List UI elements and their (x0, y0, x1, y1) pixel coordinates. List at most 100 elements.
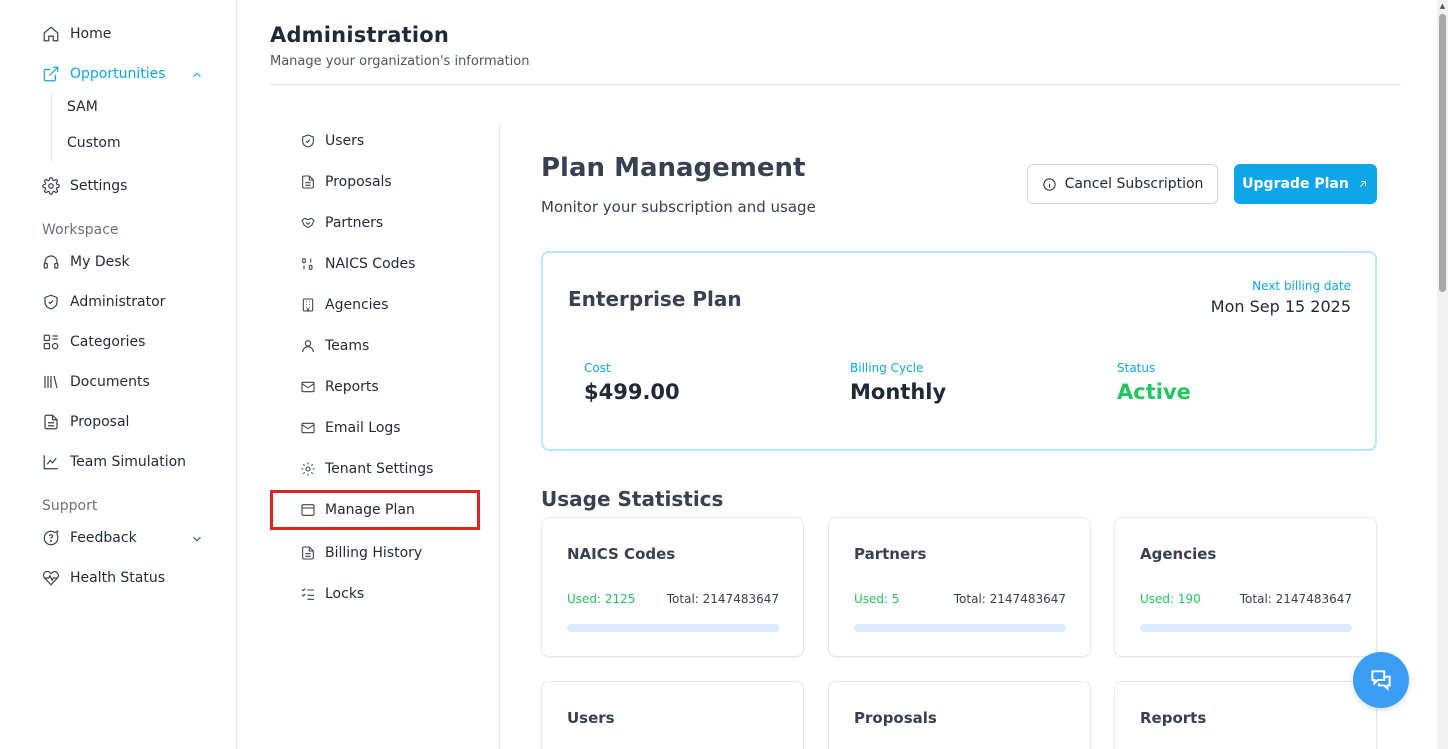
file-text-icon (302, 546, 314, 560)
sidebar-item-documents[interactable]: Documents (42, 373, 150, 391)
sidebar-item-my-desk[interactable]: My Desk (42, 253, 130, 271)
sidebar-subitem-custom[interactable]: Custom (67, 135, 121, 151)
subnav-line (51, 92, 52, 162)
page-title: Administration (270, 23, 449, 47)
usage-card-title: NAICS Codes (567, 545, 676, 563)
headset-icon (43, 255, 59, 269)
admin-item-billing-history[interactable]: Billing History (300, 545, 422, 561)
sidebar-item-label: Administrator (70, 294, 166, 310)
usage-card-title: Partners (854, 545, 927, 563)
usage-card-naics-codes: NAICS Codes Used: 2125 Total: 2147483647 (541, 517, 804, 657)
page-subtitle: Manage your organization's information (270, 54, 530, 69)
sidebar-item-health-status[interactable]: Health Status (42, 569, 165, 587)
library-icon (44, 375, 58, 389)
inbox-icon (301, 504, 315, 516)
line-chart-icon (43, 455, 58, 470)
info-icon (1042, 177, 1056, 191)
mail-icon (301, 422, 315, 434)
usage-card-users: Users (541, 681, 804, 749)
sidebar-item-label: Documents (70, 374, 150, 390)
admin-item-label: Manage Plan (325, 502, 415, 518)
sidebar-item-proposal[interactable]: Proposal (42, 413, 129, 431)
admin-item-label: Tenant Settings (325, 461, 434, 477)
user-icon (302, 340, 314, 353)
sidebar-item-label: Settings (70, 178, 128, 194)
admin-item-naics-codes[interactable]: NAICS Codes (300, 256, 415, 272)
binary-icon (302, 258, 313, 270)
scroll-up-arrow-icon[interactable]: ▲ (1437, 0, 1448, 12)
sidebar-subitem-sam[interactable]: SAM (67, 99, 98, 115)
sidebar: Home Opportunities SAM Custom Settings W… (0, 0, 237, 749)
admin-item-teams[interactable]: Teams (300, 338, 369, 354)
sidebar-item-label: Categories (70, 334, 146, 350)
message-question-icon (43, 530, 59, 546)
admin-item-agencies[interactable]: Agencies (300, 297, 388, 313)
next-billing-date: Mon Sep 15 2025 (1210, 297, 1351, 316)
sidebar-item-settings[interactable]: Settings (42, 177, 127, 195)
button-label: Cancel Subscription (1064, 176, 1204, 192)
admin-item-proposals[interactable]: Proposals (300, 174, 392, 190)
upgrade-plan-button[interactable]: Upgrade Plan (1234, 164, 1377, 204)
sidebar-item-categories[interactable]: Categories (42, 333, 145, 351)
admin-item-label: Reports (325, 379, 379, 395)
usage-total: Total: 2147483647 (1239, 592, 1352, 606)
cost-label: Cost (584, 361, 611, 375)
chevron-up-icon[interactable] (190, 67, 204, 81)
gear-icon (42, 177, 60, 195)
building-icon (302, 298, 314, 312)
plan-card: Enterprise Plan Next billing date Mon Se… (541, 251, 1377, 451)
page-header: Administration Manage your organization'… (270, 20, 1401, 85)
gear-icon (301, 462, 315, 476)
chat-button[interactable] (1353, 652, 1409, 708)
home-icon (43, 26, 59, 42)
admin-item-label: Partners (325, 215, 384, 231)
admin-item-email-logs[interactable]: Email Logs (300, 420, 401, 436)
admin-item-manage-plan[interactable]: Manage Plan (300, 502, 415, 518)
section-title: Plan Management (541, 153, 806, 183)
shield-check-icon (44, 294, 58, 310)
admin-item-tenant-settings[interactable]: Tenant Settings (300, 461, 433, 477)
section-label-workspace: Workspace (42, 222, 119, 238)
app-root: Home Opportunities SAM Custom Settings W… (0, 0, 1448, 749)
categories-icon (43, 334, 59, 350)
scrollbar-thumb[interactable] (1439, 14, 1446, 292)
billing-cycle-label: Billing Cycle (850, 361, 924, 375)
mail-icon (301, 381, 315, 393)
usage-progress-bar (567, 624, 779, 632)
cancel-subscription-button[interactable]: Cancel Subscription (1027, 164, 1218, 204)
status-label: Status (1117, 361, 1156, 375)
admin-item-users[interactable]: Users (300, 133, 364, 149)
chat-icon (1371, 670, 1391, 692)
usage-card-reports: Reports (1114, 681, 1377, 749)
sidebar-item-label: Feedback (70, 530, 137, 546)
admin-item-label: Users (325, 133, 365, 149)
button-label: Upgrade Plan (1242, 176, 1349, 192)
admin-item-partners[interactable]: Partners (300, 215, 383, 231)
sidebar-item-opportunities[interactable]: Opportunities (42, 65, 166, 83)
sidebar-item-team-simulation[interactable]: Team Simulation (42, 453, 186, 471)
sidebar-item-label: Proposal (70, 414, 130, 430)
usage-used: Used: 5 (854, 592, 900, 606)
admin-item-label: Billing History (325, 545, 423, 561)
admin-item-locks[interactable]: Locks (300, 586, 364, 602)
section-subtitle: Monitor your subscription and usage (541, 198, 816, 216)
next-billing-label: Next billing date (1252, 279, 1351, 293)
usage-card-title: Proposals (854, 709, 937, 727)
usage-card-title: Reports (1140, 709, 1207, 727)
sidebar-item-home[interactable]: Home (42, 25, 111, 43)
shield-check-icon (302, 134, 314, 148)
heart-pulse-icon (42, 570, 59, 586)
status-value: Active (1117, 380, 1191, 404)
sidebar-item-administrator[interactable]: Administrator (42, 293, 165, 311)
usage-progress-bar (854, 624, 1066, 632)
usage-used: Used: 2125 (567, 592, 636, 606)
handshake-icon (301, 217, 315, 229)
admin-item-label: Agencies (325, 297, 389, 313)
admin-item-reports[interactable]: Reports (300, 379, 379, 395)
sidebar-item-label: Health Status (70, 570, 166, 586)
billing-cycle-value: Monthly (850, 380, 947, 404)
sidebar-item-feedback[interactable]: Feedback (42, 529, 137, 547)
admin-item-label: NAICS Codes (325, 256, 416, 272)
chevron-down-icon[interactable] (190, 531, 204, 545)
vertical-scrollbar[interactable]: ▲ (1437, 0, 1448, 749)
